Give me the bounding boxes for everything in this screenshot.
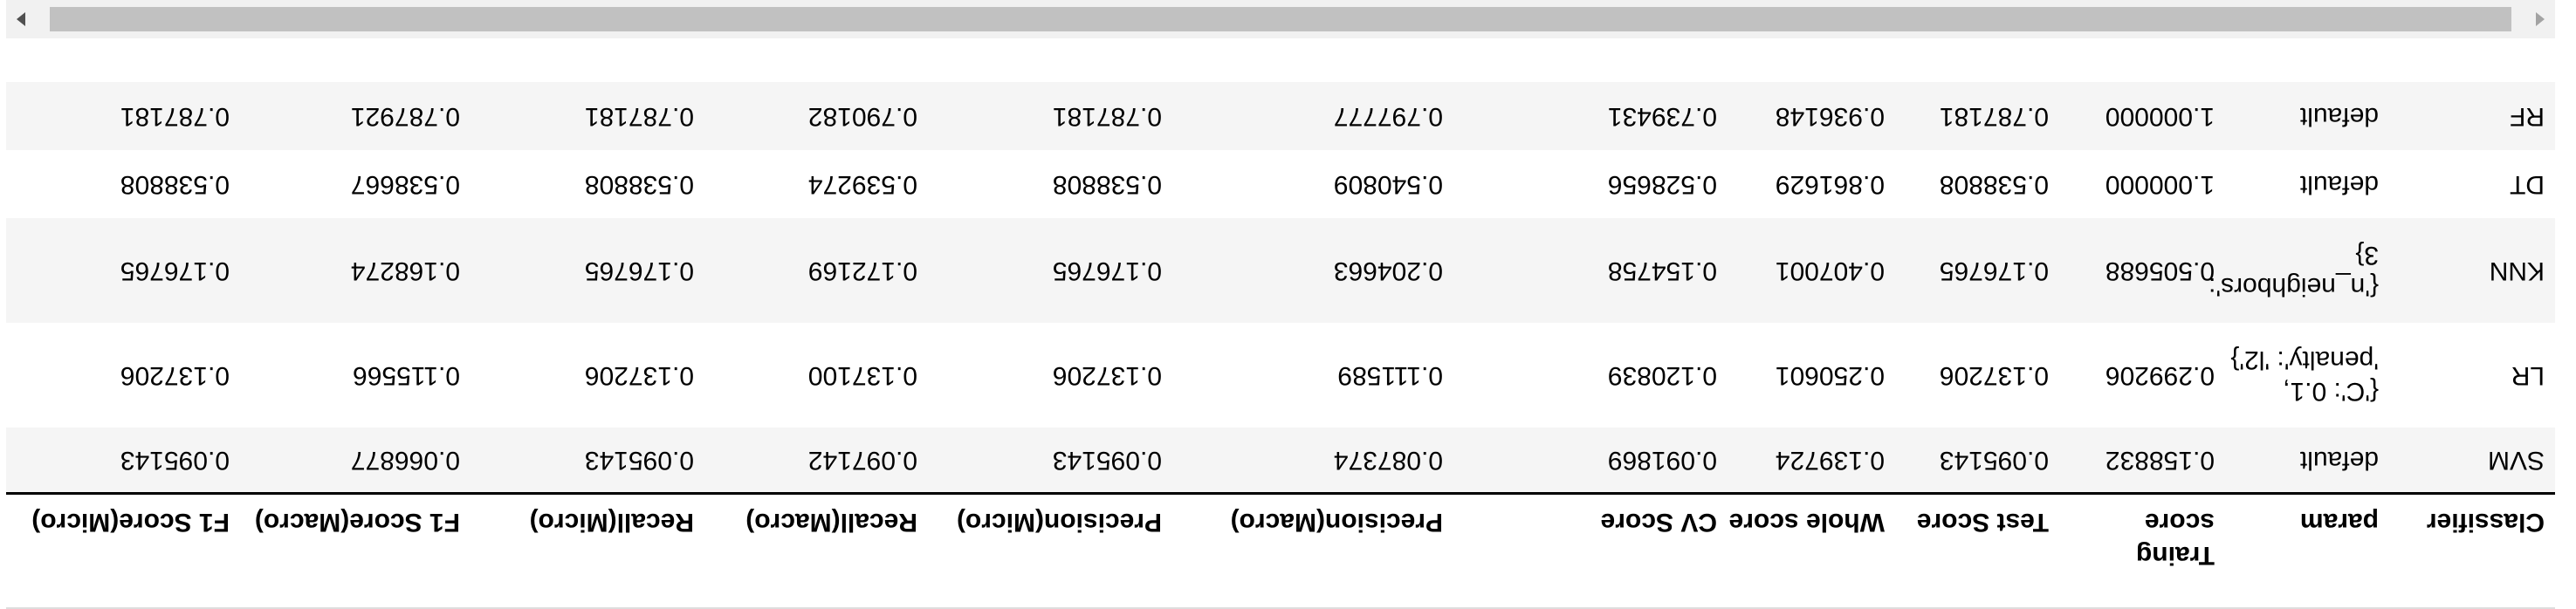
cell-value: 0.787181 (471, 82, 704, 150)
header-whole-score: Whole score (1728, 494, 1895, 607)
cell-value: 0.790182 (704, 82, 928, 150)
cell-value: 0.095143 (928, 428, 1172, 494)
scroll-right-arrow-icon[interactable] (10, 7, 34, 31)
cell-param: default (2225, 428, 2389, 494)
cell-value: 1.000000 (2059, 150, 2225, 218)
cell-value: 0.538808 (471, 150, 704, 218)
cell-classifier: LR (2389, 323, 2555, 428)
cell-value: 0.787181 (6, 82, 240, 150)
cell-value: 1.000000 (2059, 82, 2225, 150)
header-f1-micro: F1 Score(Micro) (6, 494, 240, 607)
cell-value: 0.137206 (6, 323, 240, 428)
table-row: RF default 1.000000 0.787181 0.936148 0.… (6, 82, 2555, 150)
cell-value: 0.936148 (1728, 82, 1895, 150)
cell-value: 0.538808 (1895, 150, 2059, 218)
cell-value: 0.505688 (2059, 218, 2225, 323)
header-precision-micro: Precision(Micro) (928, 494, 1172, 607)
cell-value: 0.137206 (471, 323, 704, 428)
notebook-output-area: Classifier param Traing score Test Score… (0, 0, 2576, 609)
cell-value: 0.111589 (1172, 323, 1453, 428)
header-precision-macro: Precision(Macro) (1172, 494, 1453, 607)
cell-value: 0.538808 (6, 150, 240, 218)
cell-value: 0.137206 (928, 323, 1172, 428)
cell-value: 0.137206 (1895, 323, 2059, 428)
table-row: DT default 1.000000 0.538808 0.861629 0.… (6, 150, 2555, 218)
cell-value: 0.168274 (240, 218, 471, 323)
header-param: param (2225, 494, 2389, 607)
cell-value: 0.120839 (1453, 323, 1728, 428)
table-row: LR {'C': 0.1, 'penalty': 'l2'} 0.299206 … (6, 323, 2555, 428)
cell-value: 0.154758 (1453, 218, 1728, 323)
cell-param: default (2225, 82, 2389, 150)
cell-value: 0.176765 (928, 218, 1172, 323)
cell-value: 0.407001 (1728, 218, 1895, 323)
cell-value: 0.861629 (1728, 150, 1895, 218)
cell-value: 0.739431 (1453, 82, 1728, 150)
cell-classifier: DT (2389, 150, 2555, 218)
cell-value: 0.095143 (1895, 428, 2059, 494)
cell-value: 0.139724 (1728, 428, 1895, 494)
horizontal-scrollbar[interactable] (6, 0, 2555, 38)
cell-param: {'n_neighbors': 3} (2208, 218, 2389, 323)
results-table: Classifier param Traing score Test Score… (6, 82, 2555, 607)
header-test-score: Test Score (1895, 494, 2059, 607)
cell-value: 0.087374 (1172, 428, 1453, 494)
table-row: SVM default 0.158832 0.095143 0.139724 0… (6, 428, 2555, 494)
cell-value: 0.176765 (471, 218, 704, 323)
cell-value: 0.538667 (240, 150, 471, 218)
cell-value: 0.540809 (1172, 150, 1453, 218)
cell-value: 0.172169 (704, 218, 928, 323)
header-classifier: Classifier (2389, 494, 2555, 607)
cell-value: 0.176765 (6, 218, 240, 323)
cell-value: 0.787181 (928, 82, 1172, 150)
header-f1-macro: F1 Score(Macro) (240, 494, 471, 607)
cell-value: 0.176765 (1895, 218, 2059, 323)
cell-value: 0.787921 (240, 82, 471, 150)
cell-value: 0.097142 (704, 428, 928, 494)
cell-value: 0.797777 (1172, 82, 1453, 150)
cell-param: {'C': 0.1, 'penalty': 'l2'} (2225, 323, 2389, 428)
cell-value: 0.158832 (2059, 428, 2225, 494)
cell-value: 0.787181 (1895, 82, 2059, 150)
header-training-score: Traing score (2059, 494, 2225, 607)
cell-value: 0.095143 (471, 428, 704, 494)
table-row: KNN {'n_neighbors': 3} 0.505688 0.176765… (6, 218, 2555, 323)
cell-classifier: KNN (2389, 218, 2555, 323)
header-recall-micro: Recall(Micro) (471, 494, 704, 607)
table-header-row: Classifier param Traing score Test Score… (6, 494, 2555, 607)
cell-value: 0.204663 (1172, 218, 1453, 323)
cell-value: 0.538808 (928, 150, 1172, 218)
cell-value: 0.299206 (2059, 323, 2225, 428)
header-cv-score: CV Score (1453, 494, 1728, 607)
cell-value: 0.539274 (704, 150, 928, 218)
cell-classifier: SVM (2389, 428, 2555, 494)
cell-value: 0.115566 (240, 323, 471, 428)
cell-classifier: RF (2389, 82, 2555, 150)
cell-value: 0.250601 (1728, 323, 1895, 428)
cell-value: 0.066877 (240, 428, 471, 494)
scroll-left-arrow-icon[interactable] (2527, 7, 2552, 31)
cell-value: 0.091869 (1453, 428, 1728, 494)
cell-value: 0.528656 (1453, 150, 1728, 218)
scrollbar-thumb[interactable] (50, 7, 2511, 31)
header-recall-macro: Recall(Macro) (704, 494, 928, 607)
cell-param: default (2225, 150, 2389, 218)
cell-value: 0.137100 (704, 323, 928, 428)
cell-value: 0.095143 (6, 428, 240, 494)
